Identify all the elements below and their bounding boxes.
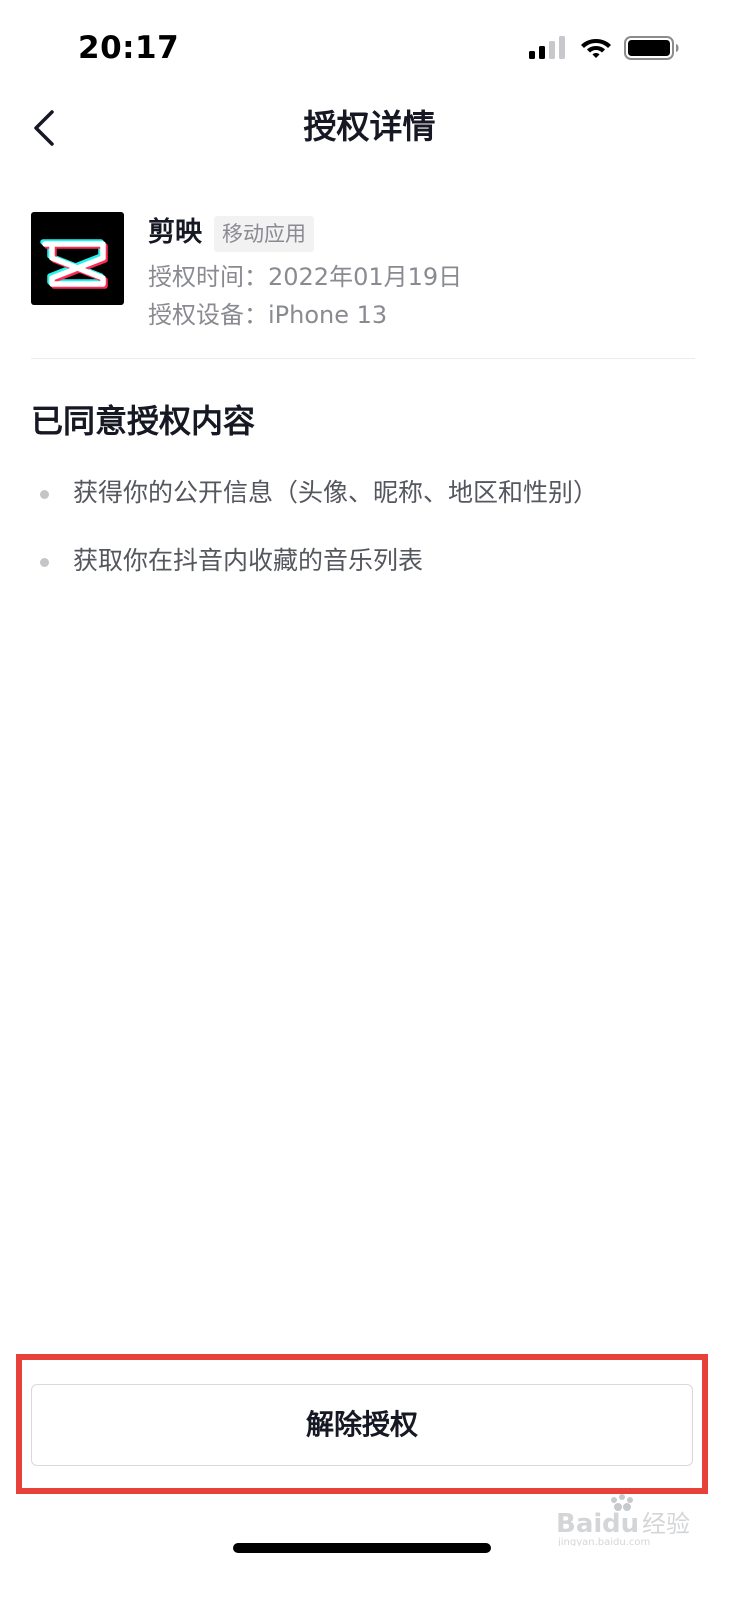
svg-text:du: du [602,1509,639,1539]
battery-icon [624,36,679,60]
consent-section-title: 已同意授权内容 [31,402,256,440]
status-bar: 20:17 [0,0,739,96]
revoke-authorization-button[interactable]: 解除授权 [31,1384,693,1466]
baidu-watermark-icon: Bai du 经验 jingyan.baidu.com [556,1494,690,1546]
list-item: 获得你的公开信息（头像、昵称、地区和性别） [31,472,711,540]
cellular-signal-icon [529,36,565,59]
app-name: 剪映 [148,217,202,248]
bullet-icon [40,490,49,499]
home-indicator[interactable] [233,1543,491,1553]
svg-text:经验: 经验 [642,1510,690,1538]
consent-list: 获得你的公开信息（头像、昵称、地区和性别） 获取你在抖音内收藏的音乐列表 [31,472,711,608]
capcut-logo-icon [31,212,124,305]
consent-item-text: 获取你在抖音内收藏的音乐列表 [73,546,424,575]
nav-bar: 授权详情 [0,96,739,160]
page-title: 授权详情 [303,107,436,146]
authorization-device: 授权设备：iPhone 13 [148,301,388,329]
svg-text:Bai: Bai [556,1509,602,1539]
wifi-icon [581,39,611,58]
status-time: 20:17 [78,30,180,66]
authorization-time: 授权时间：2022年01月19日 [148,263,463,291]
bullet-icon [40,558,49,567]
svg-text:jingyan.baidu.com: jingyan.baidu.com [557,1537,650,1546]
app-type-badge: 移动应用 [214,216,314,252]
list-item: 获取你在抖音内收藏的音乐列表 [31,540,711,608]
app-info-card: 剪映 移动应用 授权时间：2022年01月19日 授权设备：iPhone 13 [31,212,695,359]
consent-item-text: 获得你的公开信息（头像、昵称、地区和性别） [73,478,599,507]
